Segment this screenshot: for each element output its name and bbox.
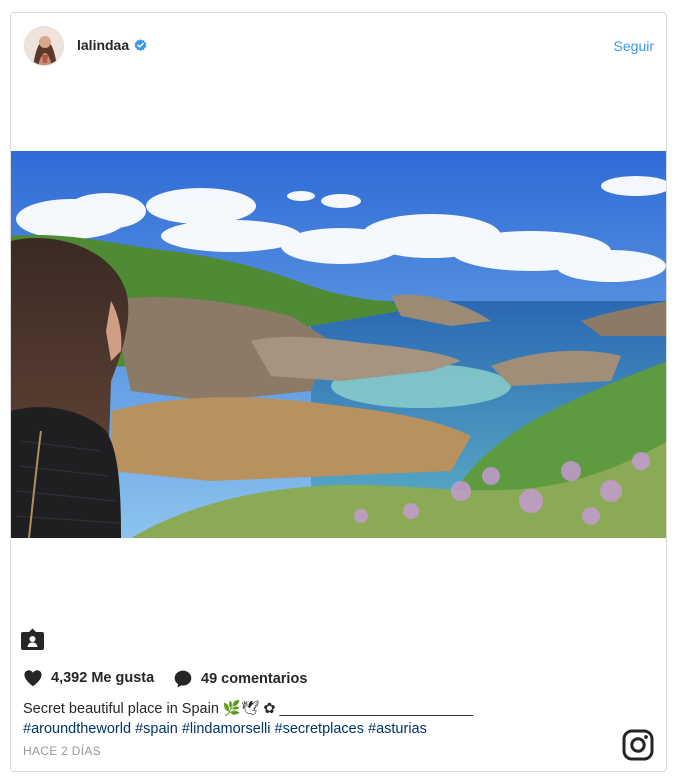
post-photo bbox=[11, 151, 666, 538]
likes-text: 4,392 Me gusta bbox=[51, 670, 155, 686]
comments-count[interactable]: 49 comentarios bbox=[173, 669, 307, 689]
instagram-embed-card: lalindaa Seguir 4,392 Me gusta 49 coment… bbox=[10, 12, 667, 772]
avatar-image bbox=[25, 27, 63, 65]
post-timestamp[interactable]: HACE 2 DÍAS bbox=[23, 744, 101, 758]
hashtag-link[interactable]: #secretplaces bbox=[275, 721, 364, 737]
user-tag-icon[interactable] bbox=[19, 625, 46, 652]
username[interactable]: lalindaa bbox=[77, 37, 129, 53]
hashtag-link[interactable]: #spain bbox=[135, 721, 178, 737]
hashtag-link[interactable]: #asturias bbox=[368, 721, 427, 737]
hashtag-list: #aroundtheworld #spain #lindamorselli #s… bbox=[23, 719, 613, 739]
comments-text: 49 comentarios bbox=[201, 671, 308, 687]
caption-text: Secret beautiful place in Spain 🌿🕊 ✿ ___… bbox=[23, 701, 474, 717]
verified-badge-icon bbox=[134, 38, 147, 51]
username-row: lalindaa bbox=[77, 37, 147, 53]
post-header: lalindaa Seguir bbox=[11, 13, 666, 79]
heart-icon bbox=[24, 670, 42, 687]
follow-button[interactable]: Seguir bbox=[614, 38, 654, 54]
comment-bubble-icon bbox=[174, 670, 192, 688]
avatar[interactable] bbox=[24, 26, 64, 66]
hashtag-link[interactable]: #lindamorselli bbox=[182, 721, 271, 737]
likes-count[interactable]: 4,392 Me gusta bbox=[23, 669, 154, 687]
post-media[interactable] bbox=[11, 79, 666, 619]
hashtag-link[interactable]: #aroundtheworld bbox=[23, 721, 131, 737]
post-caption: Secret beautiful place in Spain 🌿🕊 ✿ ___… bbox=[23, 699, 613, 739]
instagram-logo-icon[interactable] bbox=[622, 729, 654, 761]
